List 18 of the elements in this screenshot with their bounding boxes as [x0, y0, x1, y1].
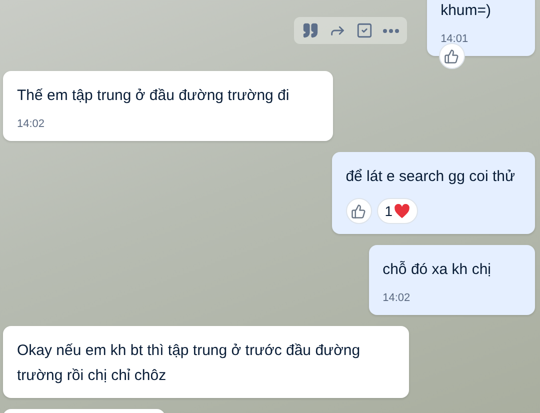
thumbs-up-icon — [351, 204, 366, 218]
message-text: để lát e search gg coi thử — [346, 167, 516, 187]
message-text: Thế em tập trung ở đầu đường trường đi — [17, 86, 290, 106]
thumbs-up-icon — [444, 48, 460, 64]
message-time: 14:01 — [440, 32, 470, 46]
quote-icon — [302, 22, 319, 39]
more-button[interactable] — [380, 26, 401, 34]
message-text: khum=) — [440, 1, 492, 21]
message-text: Okay nếu em kh bt thì tập trung ở trước đầu đường trường rồi chị chỉ chôz — [17, 341, 362, 386]
message-text: chỗ đó xa kh chị — [382, 260, 492, 280]
message-time: 14:02 — [382, 291, 412, 305]
like-reaction[interactable] — [346, 198, 372, 224]
checkbox-icon — [356, 22, 373, 39]
like-reaction[interactable] — [438, 43, 465, 69]
more-icon — [382, 28, 399, 32]
heart-icon — [394, 204, 410, 218]
heart-reaction[interactable]: 1 — [376, 198, 418, 224]
message-time: 14:02 — [17, 117, 46, 131]
